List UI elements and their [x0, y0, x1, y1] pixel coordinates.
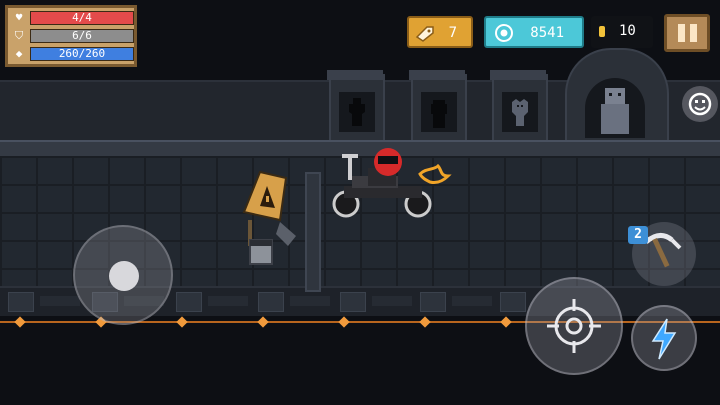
player-knight-on-motorcycle: [332, 148, 452, 218]
wall-niche: [409, 70, 467, 142]
lightning-icon: [651, 318, 677, 360]
wall-niche: [490, 70, 548, 142]
statue-carving: [601, 88, 629, 134]
statue-silhouette: [349, 98, 365, 126]
player-stats-panel: ♥ 4/4 ⛉ 6/6 ◆ 260/260: [5, 5, 137, 67]
crosshair-icon: [547, 299, 601, 353]
joystick-knob[interactable]: [109, 261, 139, 291]
pause-icon: [678, 24, 685, 42]
energy-row: ◆ 260/260: [12, 46, 134, 62]
weapon-count-badge: 2: [628, 226, 648, 244]
coins-value: 10: [619, 23, 636, 39]
energy-crystal-icon: ◆: [15, 47, 23, 60]
smiley-icon: [688, 92, 712, 116]
pause-button[interactable]: [664, 14, 710, 52]
fish-gem-icon: [415, 26, 434, 42]
game-screen: ♥ 4/4 ⛉ 6/6 ◆ 260/260 7 8541 10 2: [0, 0, 720, 405]
heart-icon: ♥: [15, 11, 23, 24]
gems-counter[interactable]: 7: [407, 16, 473, 48]
armor-row: ⛉ 6/6: [12, 28, 134, 44]
skill-button[interactable]: [631, 305, 697, 371]
shield-icon: ⛉: [14, 29, 24, 42]
gems-value: 7: [448, 25, 457, 41]
coin-icon: [599, 26, 605, 37]
coins-counter: 10: [591, 16, 653, 48]
statue-silhouette: [431, 100, 447, 128]
movement-joystick[interactable]: [73, 225, 173, 325]
iron-post: [305, 172, 321, 292]
warning-sign-prop[interactable]: [240, 168, 296, 268]
health-text: 4/4: [72, 11, 92, 24]
attack-button[interactable]: [525, 277, 623, 375]
health-row: ♥ 4/4: [12, 10, 134, 26]
energy-orb-icon: [495, 24, 513, 42]
energy-text: 260/260: [58, 47, 106, 60]
statue-carving: [512, 99, 528, 126]
emote-button[interactable]: [682, 86, 718, 122]
statue-arch: [565, 48, 669, 144]
energy-currency-counter[interactable]: 8541: [484, 16, 584, 48]
armor-text: 6/6: [72, 29, 92, 42]
wall-niche: [327, 70, 385, 142]
energy-currency-value: 8541: [530, 25, 564, 41]
